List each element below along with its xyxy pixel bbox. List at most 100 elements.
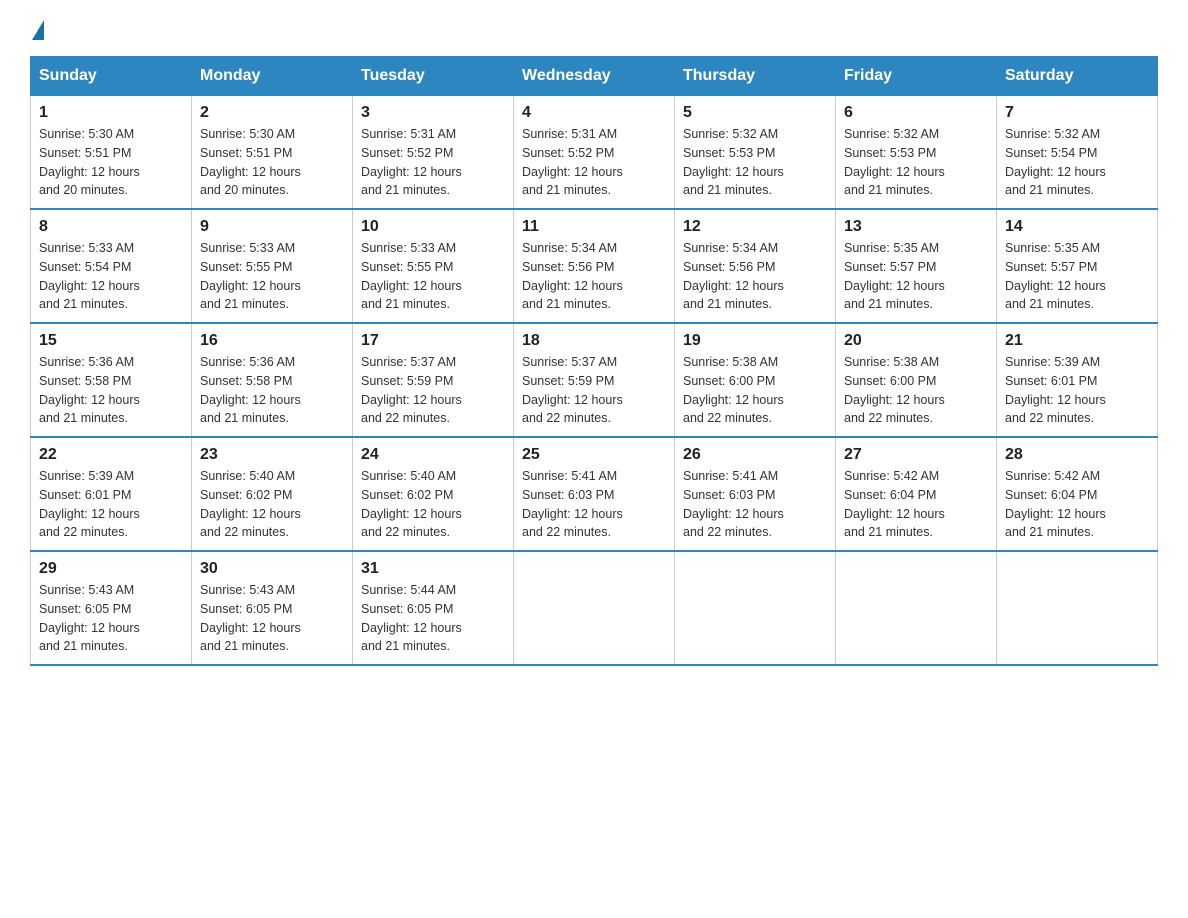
day-number: 24: [361, 446, 505, 464]
day-number: 16: [200, 332, 344, 350]
day-info: Sunrise: 5:36 AMSunset: 5:58 PMDaylight:…: [200, 353, 344, 428]
calendar-day-cell: 5Sunrise: 5:32 AMSunset: 5:53 PMDaylight…: [675, 96, 836, 210]
page-header: [30, 20, 1158, 36]
day-number: 29: [39, 560, 183, 578]
calendar-day-cell: 3Sunrise: 5:31 AMSunset: 5:52 PMDaylight…: [353, 96, 514, 210]
calendar-week-row: 1 Sunrise: 5:30 AMSunset: 5:51 PMDaylight…: [31, 96, 1158, 210]
day-number: 9: [200, 218, 344, 236]
calendar-day-cell: 30Sunrise: 5:43 AMSunset: 6:05 PMDayligh…: [192, 551, 353, 665]
header-wednesday: Wednesday: [514, 57, 675, 96]
calendar-day-cell: 21Sunrise: 5:39 AMSunset: 6:01 PMDayligh…: [997, 323, 1158, 437]
day-info: Sunrise: 5:38 AMSunset: 6:00 PMDaylight:…: [683, 353, 827, 428]
day-info: Sunrise: 5:38 AMSunset: 6:00 PMDaylight:…: [844, 353, 988, 428]
calendar-day-cell: 23 Sunrise: 5:40 AMSunset: 6:02 PMDayligh…: [192, 437, 353, 551]
calendar-day-cell: 27 Sunrise: 5:42 AMSunset: 6:04 PMDayligh…: [836, 437, 997, 551]
day-info: Sunrise: 5:43 AMSunset: 6:05 PMDaylight:…: [200, 581, 344, 656]
calendar-week-row: 15Sunrise: 5:36 AMSunset: 5:58 PMDayligh…: [31, 323, 1158, 437]
calendar-day-cell: 29 Sunrise: 5:43 AMSunset: 6:05 PMDayligh…: [31, 551, 192, 665]
day-info: Sunrise: 5:37 AMSunset: 5:59 PMDaylight:…: [361, 353, 505, 428]
calendar-day-cell: 7 Sunrise: 5:32 AMSunset: 5:54 PMDaylight…: [997, 96, 1158, 210]
day-number: 20: [844, 332, 988, 350]
day-number: 3: [361, 104, 505, 122]
day-number: 11: [522, 218, 666, 236]
day-info: Sunrise: 5:42 AMSunset: 6:04 PMDaylight:…: [844, 467, 988, 542]
day-number: 13: [844, 218, 988, 236]
calendar-day-cell: [836, 551, 997, 665]
logo-triangle-icon: [32, 20, 44, 40]
day-number: 1: [39, 104, 183, 122]
header-saturday: Saturday: [997, 57, 1158, 96]
header-tuesday: Tuesday: [353, 57, 514, 96]
calendar-day-cell: 1 Sunrise: 5:30 AMSunset: 5:51 PMDaylight…: [31, 96, 192, 210]
calendar-day-cell: [997, 551, 1158, 665]
calendar-week-row: 22 Sunrise: 5:39 AMSunset: 6:01 PMDayligh…: [31, 437, 1158, 551]
day-info: Sunrise: 5:30 AMSunset: 5:51 PMDaylight:…: [39, 125, 183, 200]
calendar-week-row: 29 Sunrise: 5:43 AMSunset: 6:05 PMDayligh…: [31, 551, 1158, 665]
calendar-day-cell: 28Sunrise: 5:42 AMSunset: 6:04 PMDayligh…: [997, 437, 1158, 551]
day-number: 26: [683, 446, 827, 464]
calendar-body: 1 Sunrise: 5:30 AMSunset: 5:51 PMDaylight…: [31, 96, 1158, 666]
day-info: Sunrise: 5:33 AMSunset: 5:55 PMDaylight:…: [200, 239, 344, 314]
calendar-day-cell: 20 Sunrise: 5:38 AMSunset: 6:00 PMDayligh…: [836, 323, 997, 437]
calendar-day-cell: 19 Sunrise: 5:38 AMSunset: 6:00 PMDayligh…: [675, 323, 836, 437]
day-number: 6: [844, 104, 988, 122]
day-number: 27: [844, 446, 988, 464]
day-info: Sunrise: 5:40 AMSunset: 6:02 PMDaylight:…: [361, 467, 505, 542]
day-info: Sunrise: 5:39 AMSunset: 6:01 PMDaylight:…: [39, 467, 183, 542]
calendar-day-cell: 15Sunrise: 5:36 AMSunset: 5:58 PMDayligh…: [31, 323, 192, 437]
calendar-day-cell: 8Sunrise: 5:33 AMSunset: 5:54 PMDaylight…: [31, 209, 192, 323]
day-info: Sunrise: 5:41 AMSunset: 6:03 PMDaylight:…: [683, 467, 827, 542]
day-info: Sunrise: 5:37 AMSunset: 5:59 PMDaylight:…: [522, 353, 666, 428]
calendar-day-cell: 22 Sunrise: 5:39 AMSunset: 6:01 PMDayligh…: [31, 437, 192, 551]
calendar-day-cell: 14Sunrise: 5:35 AMSunset: 5:57 PMDayligh…: [997, 209, 1158, 323]
day-number: 5: [683, 104, 827, 122]
calendar-day-cell: 25Sunrise: 5:41 AMSunset: 6:03 PMDayligh…: [514, 437, 675, 551]
day-info: Sunrise: 5:44 AMSunset: 6:05 PMDaylight:…: [361, 581, 505, 656]
day-number: 10: [361, 218, 505, 236]
calendar-day-cell: 2Sunrise: 5:30 AMSunset: 5:51 PMDaylight…: [192, 96, 353, 210]
calendar-day-cell: 17Sunrise: 5:37 AMSunset: 5:59 PMDayligh…: [353, 323, 514, 437]
day-info: Sunrise: 5:39 AMSunset: 6:01 PMDaylight:…: [1005, 353, 1149, 428]
calendar-table: SundayMondayTuesdayWednesdayThursdayFrid…: [30, 56, 1158, 666]
day-info: Sunrise: 5:35 AMSunset: 5:57 PMDaylight:…: [844, 239, 988, 314]
day-number: 7: [1005, 104, 1149, 122]
day-number: 14: [1005, 218, 1149, 236]
calendar-day-cell: [514, 551, 675, 665]
calendar-header: SundayMondayTuesdayWednesdayThursdayFrid…: [31, 57, 1158, 96]
calendar-day-cell: 13 Sunrise: 5:35 AMSunset: 5:57 PMDayligh…: [836, 209, 997, 323]
day-number: 25: [522, 446, 666, 464]
header-thursday: Thursday: [675, 57, 836, 96]
day-number: 23: [200, 446, 344, 464]
day-number: 18: [522, 332, 666, 350]
calendar-day-cell: [675, 551, 836, 665]
day-info: Sunrise: 5:36 AMSunset: 5:58 PMDaylight:…: [39, 353, 183, 428]
header-monday: Monday: [192, 57, 353, 96]
day-number: 12: [683, 218, 827, 236]
day-info: Sunrise: 5:34 AMSunset: 5:56 PMDaylight:…: [683, 239, 827, 314]
day-info: Sunrise: 5:31 AMSunset: 5:52 PMDaylight:…: [522, 125, 666, 200]
day-info: Sunrise: 5:32 AMSunset: 5:53 PMDaylight:…: [844, 125, 988, 200]
day-info: Sunrise: 5:33 AMSunset: 5:55 PMDaylight:…: [361, 239, 505, 314]
day-number: 31: [361, 560, 505, 578]
calendar-day-cell: 18 Sunrise: 5:37 AMSunset: 5:59 PMDayligh…: [514, 323, 675, 437]
calendar-day-cell: 6 Sunrise: 5:32 AMSunset: 5:53 PMDaylight…: [836, 96, 997, 210]
header-sunday: Sunday: [31, 57, 192, 96]
day-info: Sunrise: 5:30 AMSunset: 5:51 PMDaylight:…: [200, 125, 344, 200]
calendar-day-cell: 24 Sunrise: 5:40 AMSunset: 6:02 PMDayligh…: [353, 437, 514, 551]
calendar-day-cell: 26 Sunrise: 5:41 AMSunset: 6:03 PMDayligh…: [675, 437, 836, 551]
day-number: 8: [39, 218, 183, 236]
calendar-day-cell: 9 Sunrise: 5:33 AMSunset: 5:55 PMDaylight…: [192, 209, 353, 323]
header-row: SundayMondayTuesdayWednesdayThursdayFrid…: [31, 57, 1158, 96]
header-friday: Friday: [836, 57, 997, 96]
day-info: Sunrise: 5:40 AMSunset: 6:02 PMDaylight:…: [200, 467, 344, 542]
day-number: 22: [39, 446, 183, 464]
day-number: 19: [683, 332, 827, 350]
day-info: Sunrise: 5:32 AMSunset: 5:54 PMDaylight:…: [1005, 125, 1149, 200]
calendar-day-cell: 11Sunrise: 5:34 AMSunset: 5:56 PMDayligh…: [514, 209, 675, 323]
calendar-day-cell: 10 Sunrise: 5:33 AMSunset: 5:55 PMDayligh…: [353, 209, 514, 323]
calendar-week-row: 8Sunrise: 5:33 AMSunset: 5:54 PMDaylight…: [31, 209, 1158, 323]
calendar-day-cell: 12 Sunrise: 5:34 AMSunset: 5:56 PMDayligh…: [675, 209, 836, 323]
calendar-day-cell: 4Sunrise: 5:31 AMSunset: 5:52 PMDaylight…: [514, 96, 675, 210]
day-info: Sunrise: 5:43 AMSunset: 6:05 PMDaylight:…: [39, 581, 183, 656]
day-number: 28: [1005, 446, 1149, 464]
